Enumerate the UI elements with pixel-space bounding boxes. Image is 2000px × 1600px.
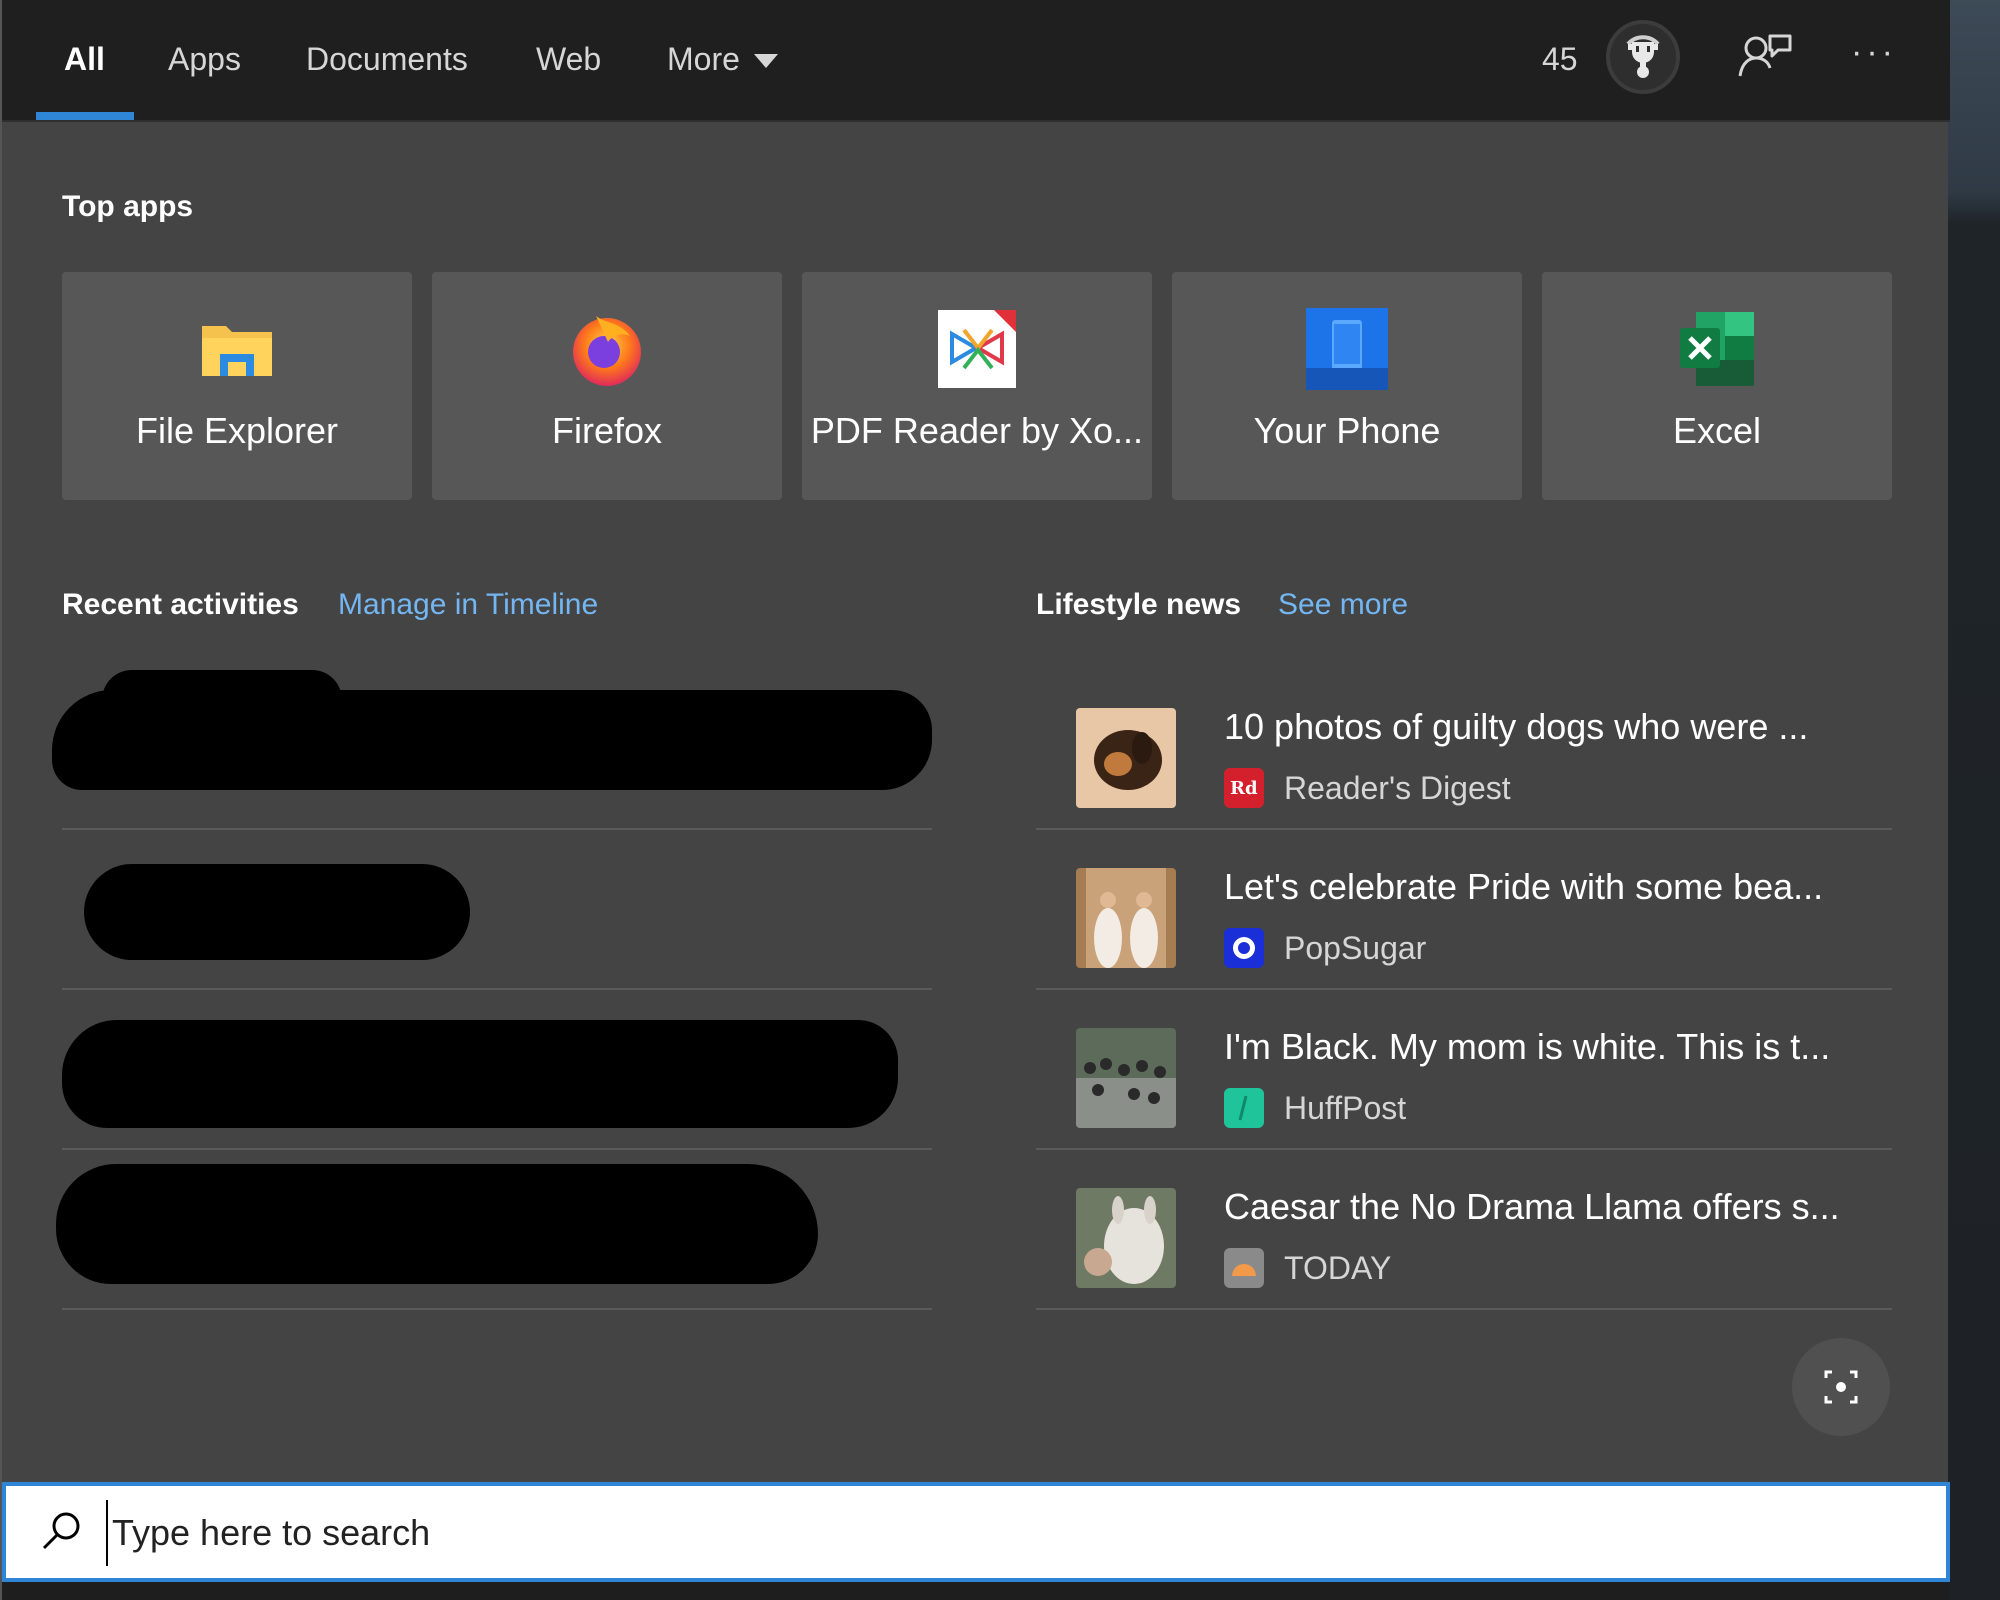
app-tile-label: Your Phone bbox=[1253, 410, 1441, 451]
tab-documents[interactable]: Documents bbox=[306, 36, 468, 82]
tab-more[interactable]: More bbox=[667, 36, 778, 82]
news-source: PopSugar bbox=[1284, 930, 1427, 966]
news-source: Reader's Digest bbox=[1284, 770, 1511, 806]
news-title: 10 photos of guilty dogs who were ... bbox=[1224, 706, 1809, 747]
news-thumbnail bbox=[1076, 1188, 1176, 1288]
popsugar-icon bbox=[1224, 928, 1264, 968]
manage-in-timeline-link[interactable]: Manage in Timeline bbox=[338, 588, 598, 622]
search-icon bbox=[36, 1508, 86, 1558]
tab-web[interactable]: Web bbox=[536, 36, 601, 82]
capture-icon bbox=[1824, 1370, 1858, 1404]
news-thumbnail bbox=[1076, 1028, 1176, 1128]
recent-activity-item[interactable] bbox=[62, 990, 932, 1150]
app-tile-label: Excel bbox=[1672, 410, 1762, 451]
folder-icon bbox=[196, 308, 278, 390]
app-tile-firefox[interactable]: Firefox bbox=[432, 272, 782, 500]
news-thumbnail bbox=[1076, 708, 1176, 808]
active-tab-indicator bbox=[36, 112, 134, 120]
app-tile-file-explorer[interactable]: File Explorer bbox=[62, 272, 412, 500]
today-icon bbox=[1224, 1248, 1264, 1288]
top-apps-title: Top apps bbox=[62, 190, 194, 223]
search-panel: All Apps Documents Web More 45 ··· Top a… bbox=[0, 0, 1950, 1600]
news-title: Caesar the No Drama Llama offers s... bbox=[1224, 1186, 1840, 1227]
redacted-content bbox=[56, 1164, 818, 1284]
trophy-icon[interactable] bbox=[1606, 20, 1680, 94]
top-bar: All Apps Documents Web More 45 ··· bbox=[2, 0, 1950, 122]
redacted-content bbox=[84, 864, 470, 960]
app-tile-label: File Explorer bbox=[135, 410, 339, 451]
search-input[interactable] bbox=[106, 1500, 1806, 1566]
app-tile-pdf-reader[interactable]: PDF Reader by Xo... bbox=[802, 272, 1152, 500]
caret-down-icon bbox=[753, 54, 778, 68]
tab-more-label: More bbox=[667, 41, 740, 77]
excel-icon bbox=[1676, 308, 1758, 390]
news-item[interactable]: I'm Black. My mom is white. This is t...… bbox=[1036, 990, 1892, 1150]
news-title: Let's celebrate Pride with some bea... bbox=[1224, 866, 1824, 907]
recent-activity-item[interactable] bbox=[52, 670, 932, 830]
news-source: HuffPost bbox=[1284, 1090, 1407, 1126]
redacted-content bbox=[62, 1020, 898, 1128]
news-title: I'm Black. My mom is white. This is t... bbox=[1224, 1026, 1831, 1067]
more-options-icon[interactable]: ··· bbox=[1842, 26, 1906, 90]
recent-activity-item[interactable] bbox=[62, 830, 932, 990]
lifestyle-news-title: Lifestyle news bbox=[1036, 588, 1242, 621]
redacted-content bbox=[102, 670, 342, 730]
news-source: TODAY bbox=[1284, 1250, 1392, 1286]
app-tile-label: Firefox bbox=[551, 410, 663, 451]
taskbar-edge bbox=[2, 1582, 1950, 1600]
tab-all[interactable]: All bbox=[64, 36, 105, 82]
firefox-icon bbox=[566, 308, 648, 390]
see-more-link[interactable]: See more bbox=[1278, 588, 1408, 622]
rewards-points: 45 bbox=[1542, 41, 1578, 77]
app-tile-your-phone[interactable]: Your Phone bbox=[1172, 272, 1522, 500]
tab-apps[interactable]: Apps bbox=[168, 36, 241, 82]
news-thumbnail bbox=[1076, 868, 1176, 968]
news-item[interactable]: 10 photos of guilty dogs who were ... Rd… bbox=[1036, 670, 1892, 830]
visual-search-button[interactable] bbox=[1792, 1338, 1890, 1436]
recent-activity-item[interactable] bbox=[56, 1150, 932, 1310]
huffpost-icon bbox=[1224, 1088, 1264, 1128]
app-tile-excel[interactable]: Excel bbox=[1542, 272, 1892, 500]
feedback-icon[interactable] bbox=[1734, 26, 1798, 90]
pdf-reader-icon bbox=[936, 308, 1018, 390]
readers-digest-icon: Rd bbox=[1224, 768, 1264, 808]
recent-activities-title: Recent activities bbox=[62, 588, 299, 621]
phone-icon bbox=[1306, 308, 1388, 390]
svg-text:Rd: Rd bbox=[1230, 778, 1258, 799]
news-item[interactable]: Caesar the No Drama Llama offers s... TO… bbox=[1036, 1150, 1892, 1310]
app-tile-label: PDF Reader by Xo... bbox=[810, 410, 1144, 451]
desktop-background-strip bbox=[1948, 0, 2000, 1600]
news-item[interactable]: Let's celebrate Pride with some bea... P… bbox=[1036, 830, 1892, 990]
search-box[interactable] bbox=[2, 1482, 1950, 1582]
